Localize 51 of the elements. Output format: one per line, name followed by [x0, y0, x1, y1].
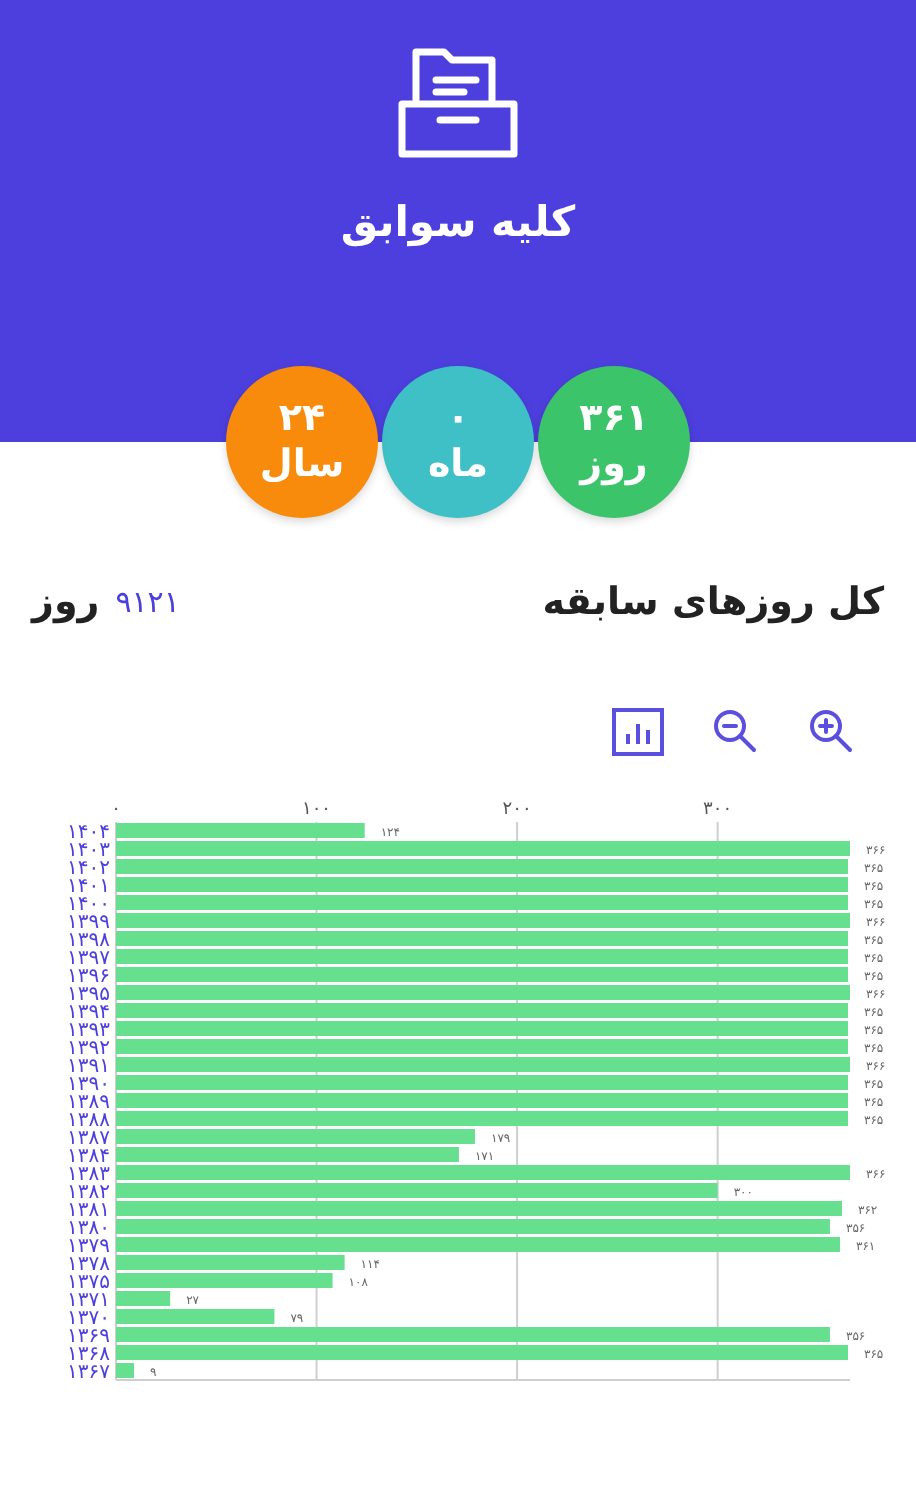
year-label: ۱۳۷۱ — [67, 1289, 110, 1311]
axis-tick-label: ۱۰۰ — [302, 799, 332, 819]
year-label: ۱۳۸۹ — [67, 1091, 110, 1113]
year-label: ۱۴۰۴ — [67, 821, 110, 843]
axis-tick-label: ۰ — [111, 799, 121, 819]
year-label: ۱۳۹۶ — [67, 965, 110, 987]
year-label: ۱۴۰۰ — [67, 893, 110, 915]
year-label: ۱۳۸۱ — [67, 1199, 110, 1221]
year-label: ۱۴۰۲ — [67, 857, 110, 879]
year-label: ۱۳۶۸ — [67, 1343, 110, 1365]
year-label: ۱۳۹۰ — [67, 1073, 110, 1095]
year-label: ۱۳۶۷ — [67, 1361, 110, 1383]
year-label: ۱۳۸۰ — [67, 1217, 110, 1239]
year-label: ۱۳۹۵ — [67, 983, 110, 1005]
zoom-out-button[interactable] — [712, 707, 760, 755]
year-label: ۱۳۹۴ — [67, 1001, 110, 1023]
total-days-label: کل روزهای سابقه — [542, 578, 884, 628]
stat-value: ۲۴ — [278, 396, 326, 442]
year-label: ۱۳۹۲ — [67, 1037, 110, 1059]
axis-tick-label: ۲۰۰ — [502, 799, 532, 819]
year-label: ۱۳۸۷ — [67, 1127, 110, 1149]
year-label: ۱۳۹۹ — [67, 911, 110, 933]
year-label: ۱۳۸۳ — [67, 1163, 110, 1185]
year-label: ۱۳۷۰ — [67, 1307, 110, 1329]
bar-chart-button[interactable] — [612, 707, 664, 755]
year-label: ۱۳۷۹ — [67, 1235, 110, 1257]
year-label: ۱۳۷۵ — [67, 1271, 110, 1293]
zoom-in-button[interactable] — [808, 707, 856, 755]
bar — [116, 1362, 135, 1377]
axis-tick-label: ۳۰۰ — [703, 799, 733, 819]
year-label: ۱۳۸۲ — [67, 1181, 110, 1203]
stat-value: ۳۶۱ — [579, 396, 649, 442]
year-label: ۱۳۶۹ — [67, 1325, 110, 1347]
year-label: ۱۳۸۴ — [67, 1145, 110, 1167]
year-label: ۱۳۹۳ — [67, 1019, 110, 1041]
stat-unit: ماه — [427, 442, 489, 488]
year-label: ۱۴۰۱ — [67, 875, 110, 897]
stat-unit: سال — [259, 442, 345, 488]
page-title: کلیه سوابق — [340, 196, 576, 251]
year-label: ۱۳۹۷ — [67, 947, 110, 969]
year-label: ۱۳۹۸ — [67, 929, 110, 951]
total-days-unit: روز — [32, 578, 100, 628]
year-label: ۱۳۸۸ — [67, 1109, 110, 1131]
stat-unit: روز — [580, 442, 648, 488]
bar — [116, 1290, 171, 1305]
inbox-tray-icon — [396, 44, 520, 160]
year-label: ۱۳۹۱ — [67, 1055, 110, 1077]
stat-value: ۰ — [446, 396, 470, 442]
year-label: ۱۳۷۸ — [67, 1253, 110, 1275]
total-days-value: ۹۱۲۱ — [115, 582, 180, 624]
year-label: ۱۴۰۳ — [67, 839, 110, 861]
